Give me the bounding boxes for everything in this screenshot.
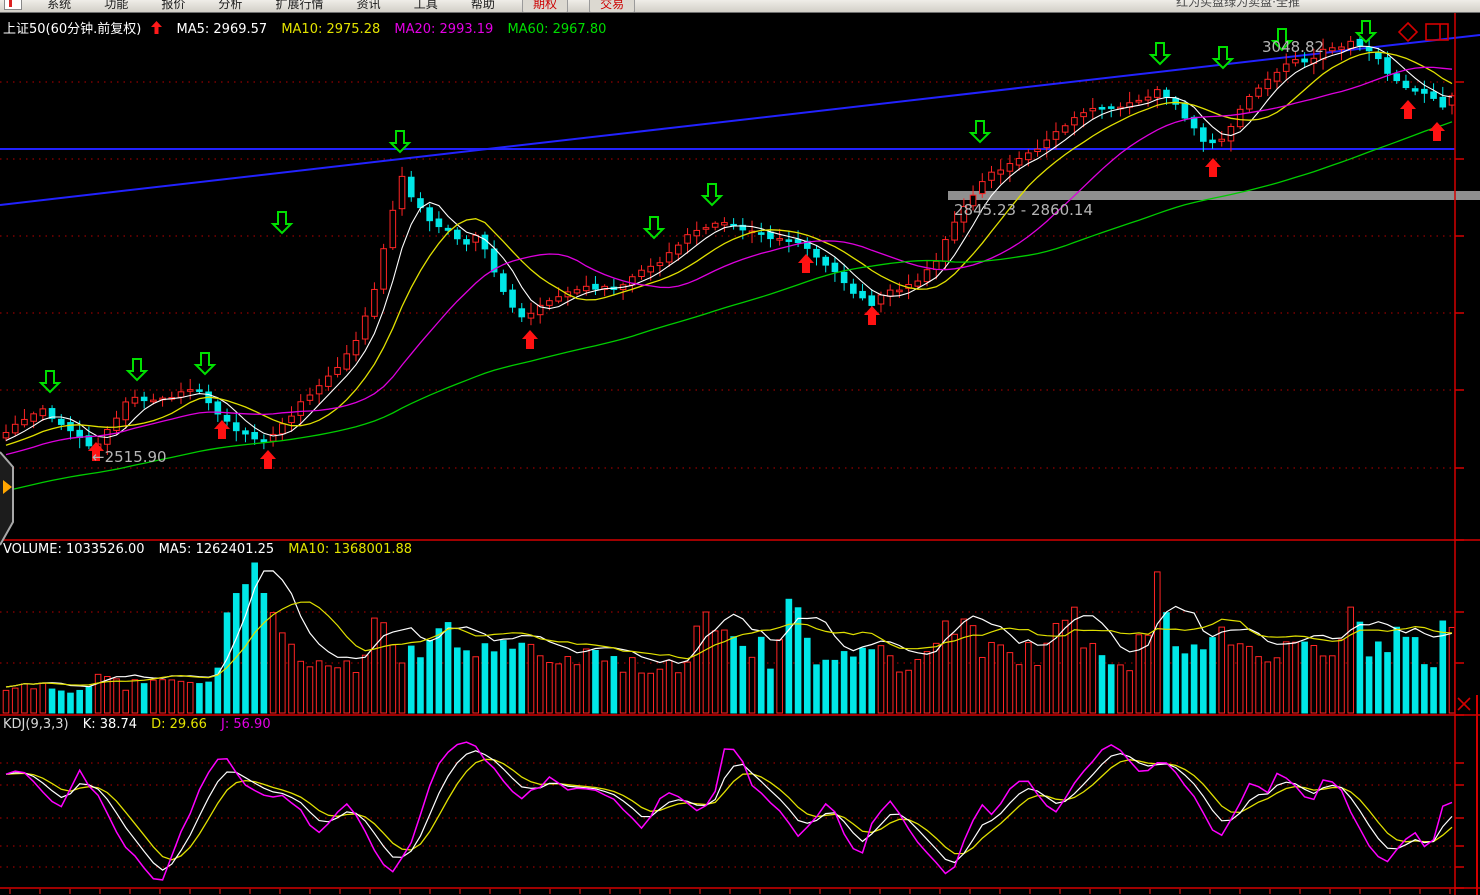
kdj-d-readout: D: 29.66	[151, 717, 207, 732]
chart-canvas[interactable]	[0, 0, 1480, 895]
left-scroll-flag	[0, 452, 13, 545]
sell-arrow-icon	[128, 359, 146, 380]
volume-bars	[3, 563, 1455, 713]
kdj-pane-header: KDJ(9,3,3) K: 38.74 D: 29.66 J: 56.90	[3, 717, 281, 732]
gap-zone-label: 2845.23 - 2860.14	[954, 201, 1093, 219]
sell-arrow-icon	[971, 121, 989, 142]
buy-arrow-icon	[798, 254, 814, 273]
buy-arrow-icon	[864, 306, 880, 325]
close-strip	[1458, 698, 1470, 710]
signal-arrows	[41, 21, 1445, 469]
main-pane-header: 上证50(60分钟.前复权) MA5: 2969.57 MA10: 2975.2…	[3, 18, 616, 37]
ma20-readout: MA20: 2993.19	[394, 22, 493, 37]
kdj-j-readout: J: 56.90	[221, 717, 271, 732]
buy-arrow-icon	[522, 330, 538, 349]
sell-arrow-icon	[41, 371, 59, 392]
red-up-arrow-icon	[151, 21, 162, 34]
sell-arrow-icon	[703, 184, 721, 205]
sell-arrow-icon	[645, 217, 663, 238]
low-price-label: ←2515.90	[92, 448, 167, 466]
ma10-readout: MA10: 2975.28	[281, 22, 380, 37]
volume-ma10-readout: MA10: 1368001.88	[288, 542, 412, 557]
ma5-readout: MA5: 2969.57	[177, 22, 268, 37]
close-icon[interactable]	[1458, 698, 1470, 710]
sell-arrow-icon	[1151, 43, 1169, 64]
buy-arrow-icon	[1400, 100, 1416, 119]
sell-arrow-icon	[273, 212, 291, 233]
buy-arrow-icon	[1205, 158, 1221, 177]
sell-arrow-icon	[196, 353, 214, 374]
buy-arrow-icon	[214, 420, 230, 439]
buy-arrow-icon	[260, 450, 276, 469]
symbol-title: 上证50(60分钟.前复权)	[3, 22, 141, 37]
ma60-readout: MA60: 2967.80	[507, 22, 606, 37]
candles-layer	[3, 36, 1455, 458]
stock-app-window: 系统 功能 报价 分析 扩展行情 资讯 工具 帮助 期权 交易 红为买盘绿为卖盘…	[0, 0, 1480, 895]
volume-pane-header: VOLUME: 1033526.00 MA5: 1262401.25 MA10:…	[3, 542, 422, 557]
diamond-icon[interactable]	[1399, 23, 1417, 41]
kdj-k-readout: K: 38.74	[83, 717, 137, 732]
peak-price-label: 3048.82	[1262, 38, 1324, 56]
window-split-icon[interactable]	[1426, 24, 1448, 40]
corner-icon-group	[1398, 22, 1450, 42]
kdj-name-readout: KDJ(9,3,3)	[3, 717, 69, 732]
volume-readout: VOLUME: 1033526.00	[3, 542, 145, 557]
volume-ma5-readout: MA5: 1262401.25	[159, 542, 274, 557]
volume-ma-lines	[6, 571, 1452, 687]
